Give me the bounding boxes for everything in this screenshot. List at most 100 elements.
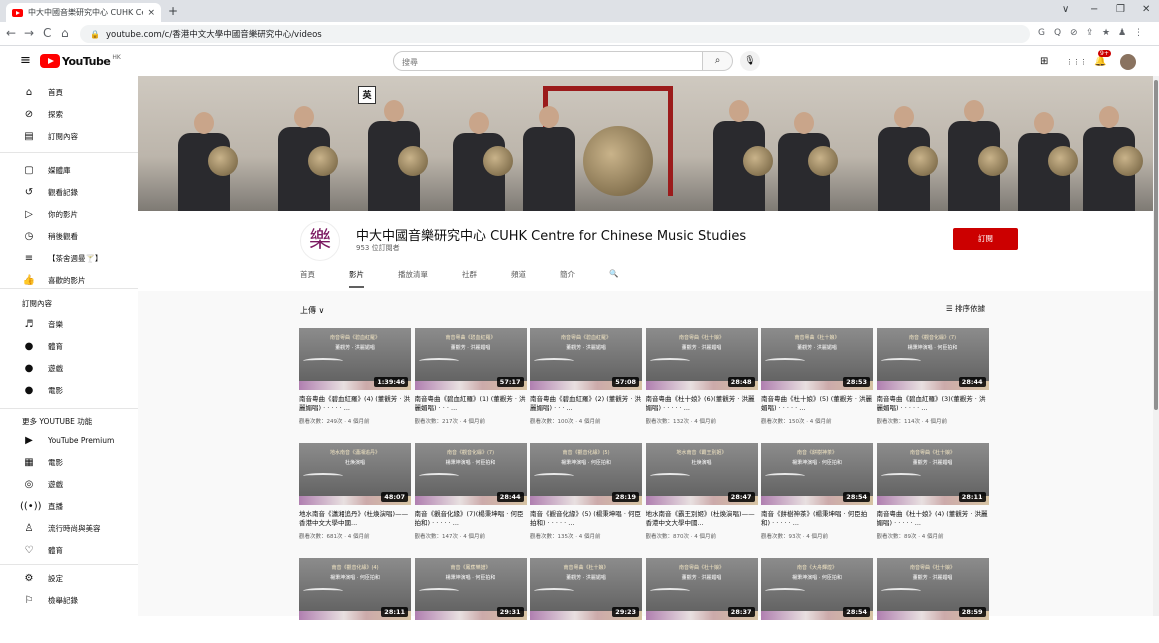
sidebar-item-playlist[interactable]: ≡ 【茶舍週曼🍸】	[0, 248, 138, 268]
sidebar-item-movies[interactable]: ● 電影	[0, 380, 138, 400]
video-title[interactable]	[877, 625, 989, 643]
video-thumbnail[interactable]: 南音粵曲《杜十娘》 董觀芳 · 洪麗媚唱 28:53	[761, 328, 873, 390]
browser-extension-icon[interactable]: ⋮	[1134, 28, 1143, 38]
tab-close-button[interactable]: ×	[147, 8, 155, 18]
video-title[interactable]	[761, 625, 873, 643]
new-tab-button[interactable]: +	[168, 4, 178, 18]
video-thumbnail[interactable]: 南音粵曲《杜十娘》 董觀芳 · 洪麗媚唱 28:48	[645, 328, 758, 390]
video-title[interactable]: 南音粵曲《杜十娘》(5) (董觀芳 · 洪麗媚唱) · · · · · ...	[761, 395, 873, 413]
browser-extension-icon[interactable]: ♟	[1118, 28, 1126, 38]
tab-community[interactable]: 社群	[462, 269, 477, 288]
subscribe-button[interactable]: 訂閱	[953, 228, 1018, 250]
sidebar-item-fashion-beauty[interactable]: ♙ 流行時尚與美容	[0, 518, 138, 538]
browser-extension-icon[interactable]: ★	[1102, 28, 1110, 38]
sidebar-item-premium[interactable]: ▶ YouTube Premium	[0, 430, 138, 450]
video-thumbnail[interactable]: 南音《大舟輝煌》 楊秉坤演唱 · 何臣拍和 28:54	[761, 558, 873, 620]
video-thumbnail[interactable]: 南音粵曲《碧血紅羅》 董觀芳 · 洪麗媚唱 57:17	[414, 328, 527, 390]
sidebar-item-movies-tv[interactable]: ▦ 電影	[0, 452, 138, 472]
voice-search-button[interactable]: 🎙	[740, 51, 760, 71]
uploads-filter-dropdown[interactable]: 上傳 ∨	[300, 305, 324, 316]
video-thumbnail[interactable]: 南音粵曲《杜十娘》 董觀芳 · 洪麗媚唱 28:11	[876, 443, 989, 505]
sidebar-item-settings[interactable]: ⚙ 設定	[0, 568, 138, 588]
sidebar-item-gaming[interactable]: ● 遊戲	[0, 358, 138, 378]
search-button[interactable]: ⌕	[703, 51, 733, 71]
video-title[interactable]: 南音粵曲《碧血紅羅》(4) (董觀芳 · 洪麗媚唱) · · · · · ...	[299, 395, 411, 413]
video-title[interactable]: 南音《觀音化緣》(7)(楊秉坤唱 · 何臣拍和) · · · · · ...	[415, 510, 527, 528]
browser-extension-icon[interactable]: Q	[1054, 28, 1061, 38]
sidebar-item-explore[interactable]: ⊘ 探索	[0, 104, 138, 124]
sidebar-item-sports-hub[interactable]: ♡ 體育	[0, 540, 138, 560]
create-video-icon[interactable]: ⊞	[1040, 56, 1048, 67]
scrollbar-thumb[interactable]	[1154, 80, 1158, 410]
video-title[interactable]: 地水南音《霸王別姬》(杜煥演唱)——香港中文大學中國...	[646, 510, 758, 528]
video-title[interactable]	[646, 625, 758, 643]
lock-icon[interactable]: 🔒	[90, 30, 100, 39]
video-thumbnail[interactable]: 南音粵曲《杜十娘》 董觀芳 · 洪麗媚唱 28:59	[876, 558, 989, 620]
video-thumbnail[interactable]: 南音《觀音化緣》(5) 楊秉坤演唱 · 何臣拍和 28:19	[530, 443, 642, 505]
video-thumbnail[interactable]: 南音粵曲《碧血紅羅》 董觀芳 · 洪麗媚唱 1:39:46	[299, 328, 411, 390]
video-thumbnail[interactable]: 南音粵曲《杜十娘》 董觀芳 · 洪麗媚唱 28:37	[645, 558, 758, 620]
menu-icon[interactable]: ≡	[20, 53, 31, 68]
video-title[interactable]: 地水南音《瀟湘追丹》(杜煥演唱)——香港中文大學中國...	[299, 510, 411, 528]
tab-videos[interactable]: 影片	[349, 269, 364, 288]
sidebar-item-music[interactable]: ♬ 音樂	[0, 314, 138, 334]
channel-search-icon[interactable]: 🔍	[609, 269, 618, 288]
video-thumbnail[interactable]: 南音《餅樹神茶》 楊秉坤演唱 · 何臣拍和 28:54	[761, 443, 873, 505]
sidebar-item-home[interactable]: ⌂ 首頁	[0, 82, 138, 102]
sidebar-item-subscriptions[interactable]: ▤ 訂閱內容	[0, 126, 138, 146]
search-input[interactable]: 搜尋	[393, 51, 703, 71]
video-thumbnail[interactable]: 南音《觀音化緣》(4) 楊秉坤演唱 · 何臣拍和 28:11	[299, 558, 411, 620]
video-thumbnail[interactable]: 南音粵曲《杜十娘》 董觀芳 · 洪麗媚唱 29:23	[530, 558, 642, 620]
notifications-bell-icon[interactable]: 🔔	[1094, 56, 1106, 67]
browser-extension-icon[interactable]: ⇪	[1086, 28, 1094, 38]
tab-search-dropdown-button[interactable]: ∨	[1062, 4, 1069, 15]
video-title[interactable]	[299, 625, 411, 643]
tab-channels[interactable]: 頻道	[511, 269, 526, 288]
video-thumbnail[interactable]: 南音《鳳蕉樂譜》 楊秉坤演唱 · 何臣拍和 29:31	[414, 558, 527, 620]
reload-button[interactable]: C	[43, 26, 51, 40]
video-thumbnail[interactable]: 地水南音《瀟湘追丹》 杜煥演唱 48:07	[299, 443, 411, 505]
thumbnail-title-text: 南音粵曲《杜十娘》	[794, 335, 840, 341]
back-button[interactable]: ←	[6, 26, 16, 40]
home-button[interactable]: ⌂	[61, 26, 69, 40]
video-thumbnail[interactable]: 地水南音《霸王別姬》 杜煥演唱 28:47	[645, 443, 758, 505]
video-title[interactable]: 南音粵曲《碧血紅羅》(3)(董觀芳 · 洪麗媚唱) · · · · · ...	[877, 395, 989, 413]
video-title[interactable]: 南音《觀音化緣》(5) (楊秉坤唱 · 何臣拍和) · · · · · ...	[530, 510, 642, 528]
sidebar-item-live[interactable]: ((•)) 直播	[0, 496, 138, 516]
video-thumbnail[interactable]: 南音粵曲《碧血紅羅》 董觀芳 · 洪麗媚唱 57:08	[530, 328, 642, 390]
tab-about[interactable]: 簡介	[560, 269, 575, 288]
youtube-logo[interactable]: YouTube HK	[40, 54, 121, 68]
sidebar-item-sports[interactable]: ● 體育	[0, 336, 138, 356]
sidebar-item-your-videos[interactable]: ▷ 你的影片	[0, 204, 138, 224]
browser-extension-icon[interactable]: ⊘	[1070, 28, 1078, 38]
browser-extension-icon[interactable]: G	[1038, 28, 1045, 38]
sidebar-item-report-history[interactable]: ⚐ 檢舉記錄	[0, 590, 138, 610]
tab-home[interactable]: 首頁	[300, 269, 315, 288]
restore-button[interactable]: ❐	[1116, 4, 1125, 15]
video-thumbnail[interactable]: 南音《觀音化緣》(7) 楊秉坤演唱 · 何臣拍和 28:44	[876, 328, 989, 390]
minimize-button[interactable]: −	[1090, 4, 1098, 15]
avatar[interactable]	[1120, 54, 1136, 70]
url-bar[interactable]: 🔒 youtube.com/c/香港中文大學中國音樂研究中心/videos	[80, 25, 1030, 43]
video-title[interactable]: 南音粵曲《碧血紅羅》(2) (董觀芳 · 洪麗媚唱) · · · ...	[530, 395, 642, 413]
forward-button[interactable]: →	[24, 26, 34, 40]
video-title[interactable]: 南音粵曲《杜十娘》(4) (董觀芳 · 洪麗媚唱) · · · · · ...	[877, 510, 989, 528]
sidebar-item-gaming-hub[interactable]: ◎ 遊戲	[0, 474, 138, 494]
video-title[interactable]	[530, 625, 642, 643]
sort-by-button[interactable]: ☰ 排序依據	[946, 303, 985, 314]
sidebar-item-liked-videos[interactable]: 👍 喜歡的影片	[0, 270, 138, 290]
channel-avatar[interactable]: 樂	[300, 221, 340, 261]
close-window-button[interactable]: ✕	[1142, 4, 1150, 15]
thumbnail-subtitle-text: 董觀芳 · 洪麗媚唱	[912, 460, 953, 466]
sidebar-item-watch-later[interactable]: ◷ 稍後觀看	[0, 226, 138, 246]
video-title[interactable]: 南音粵曲《杜十娘》(6)(董觀芳 · 洪麗媚唱) · · · · · ...	[646, 395, 758, 413]
browser-tab[interactable]: 中大中國音樂研究中心 CUHK Ce ×	[6, 3, 161, 22]
tab-playlists[interactable]: 播放清單	[398, 269, 428, 288]
video-title[interactable]: 南音粵曲《碧血紅羅》(1) (董觀芳 · 洪麗媚唱) · · · ...	[415, 395, 527, 413]
video-title[interactable]: 南音《餅樹神茶》(楊秉坤唱 · 何臣拍和) · · · · · ...	[761, 510, 873, 528]
sidebar-item-library[interactable]: ▢ 媒體庫	[0, 160, 138, 180]
video-thumbnail[interactable]: 南音《觀音化緣》(7) 楊秉坤演唱 · 何臣拍和 28:44	[414, 443, 527, 505]
sidebar-item-history[interactable]: ↺ 觀看記錄	[0, 182, 138, 202]
apps-grid-icon[interactable]: ⋮⋮⋮	[1066, 58, 1087, 66]
video-title[interactable]	[415, 625, 527, 643]
